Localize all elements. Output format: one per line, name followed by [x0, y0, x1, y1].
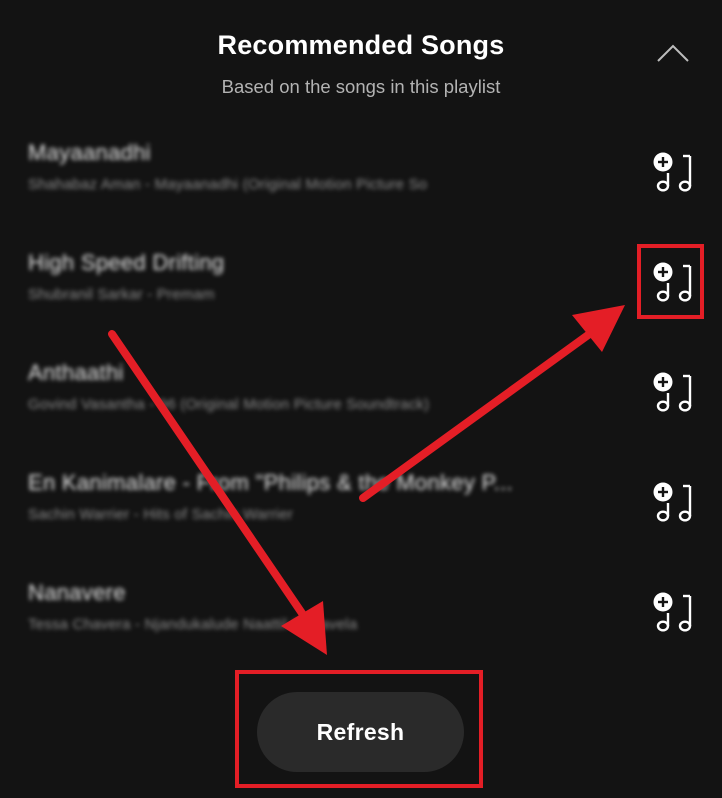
- list-item[interactable]: High Speed Drifting Shubranil Sarkar - P…: [0, 240, 722, 336]
- add-to-playlist-icon: [653, 152, 692, 192]
- song-info: Nanavere Tessa Chavera - Njandukalude Na…: [28, 580, 613, 633]
- annotation-highlight-refresh-button: [235, 670, 483, 788]
- list-item[interactable]: Anthaathi Govind Vasantha - 96 (Original…: [0, 350, 722, 446]
- add-to-playlist-icon: [653, 482, 692, 522]
- recommended-songs-panel: Recommended Songs Based on the songs in …: [0, 0, 722, 798]
- song-info: High Speed Drifting Shubranil Sarkar - P…: [28, 250, 613, 303]
- list-item[interactable]: Mayaanadhi Shahabaz Aman - Mayaanadhi (O…: [0, 130, 722, 226]
- song-title: High Speed Drifting: [28, 250, 225, 275]
- song-title: Anthaathi: [28, 360, 124, 385]
- add-to-playlist-icon: [653, 592, 692, 632]
- song-title: Mayaanadhi: [28, 140, 151, 165]
- add-to-playlist-button[interactable]: [648, 370, 698, 416]
- song-info: En Kanimalare - From "Philips & the Monk…: [28, 470, 613, 523]
- header: Recommended Songs Based on the songs in …: [0, 0, 722, 110]
- add-to-playlist-button[interactable]: [648, 150, 698, 196]
- song-info: Mayaanadhi Shahabaz Aman - Mayaanadhi (O…: [28, 140, 613, 193]
- song-title: En Kanimalare - From "Philips & the Monk…: [28, 470, 513, 495]
- song-artist-album: Tessa Chavera - Njandukalude Naattil Ori…: [28, 616, 358, 633]
- list-item[interactable]: En Kanimalare - From "Philips & the Monk…: [0, 460, 722, 556]
- song-title: Nanavere: [28, 580, 126, 605]
- song-artist-album: Shubranil Sarkar - Premam: [28, 286, 215, 303]
- annotation-highlight-add-button: [637, 244, 704, 319]
- collapse-button[interactable]: [654, 34, 692, 72]
- add-to-playlist-button[interactable]: [648, 590, 698, 636]
- section-title: Recommended Songs: [217, 30, 505, 60]
- list-item[interactable]: Nanavere Tessa Chavera - Njandukalude Na…: [0, 570, 722, 666]
- add-to-playlist-button[interactable]: [648, 480, 698, 526]
- song-artist-album: Shahabaz Aman - Mayaanadhi (Original Mot…: [28, 176, 428, 193]
- section-subtitle: Based on the songs in this playlist: [221, 76, 501, 97]
- chevron-up-icon: [657, 44, 689, 62]
- add-to-playlist-icon: [653, 372, 692, 412]
- song-artist-album: Sachin Warrier - Hits of Sachin Warrier: [28, 506, 294, 523]
- song-artist-album: Govind Vasantha - 96 (Original Motion Pi…: [28, 396, 430, 413]
- song-info: Anthaathi Govind Vasantha - 96 (Original…: [28, 360, 613, 413]
